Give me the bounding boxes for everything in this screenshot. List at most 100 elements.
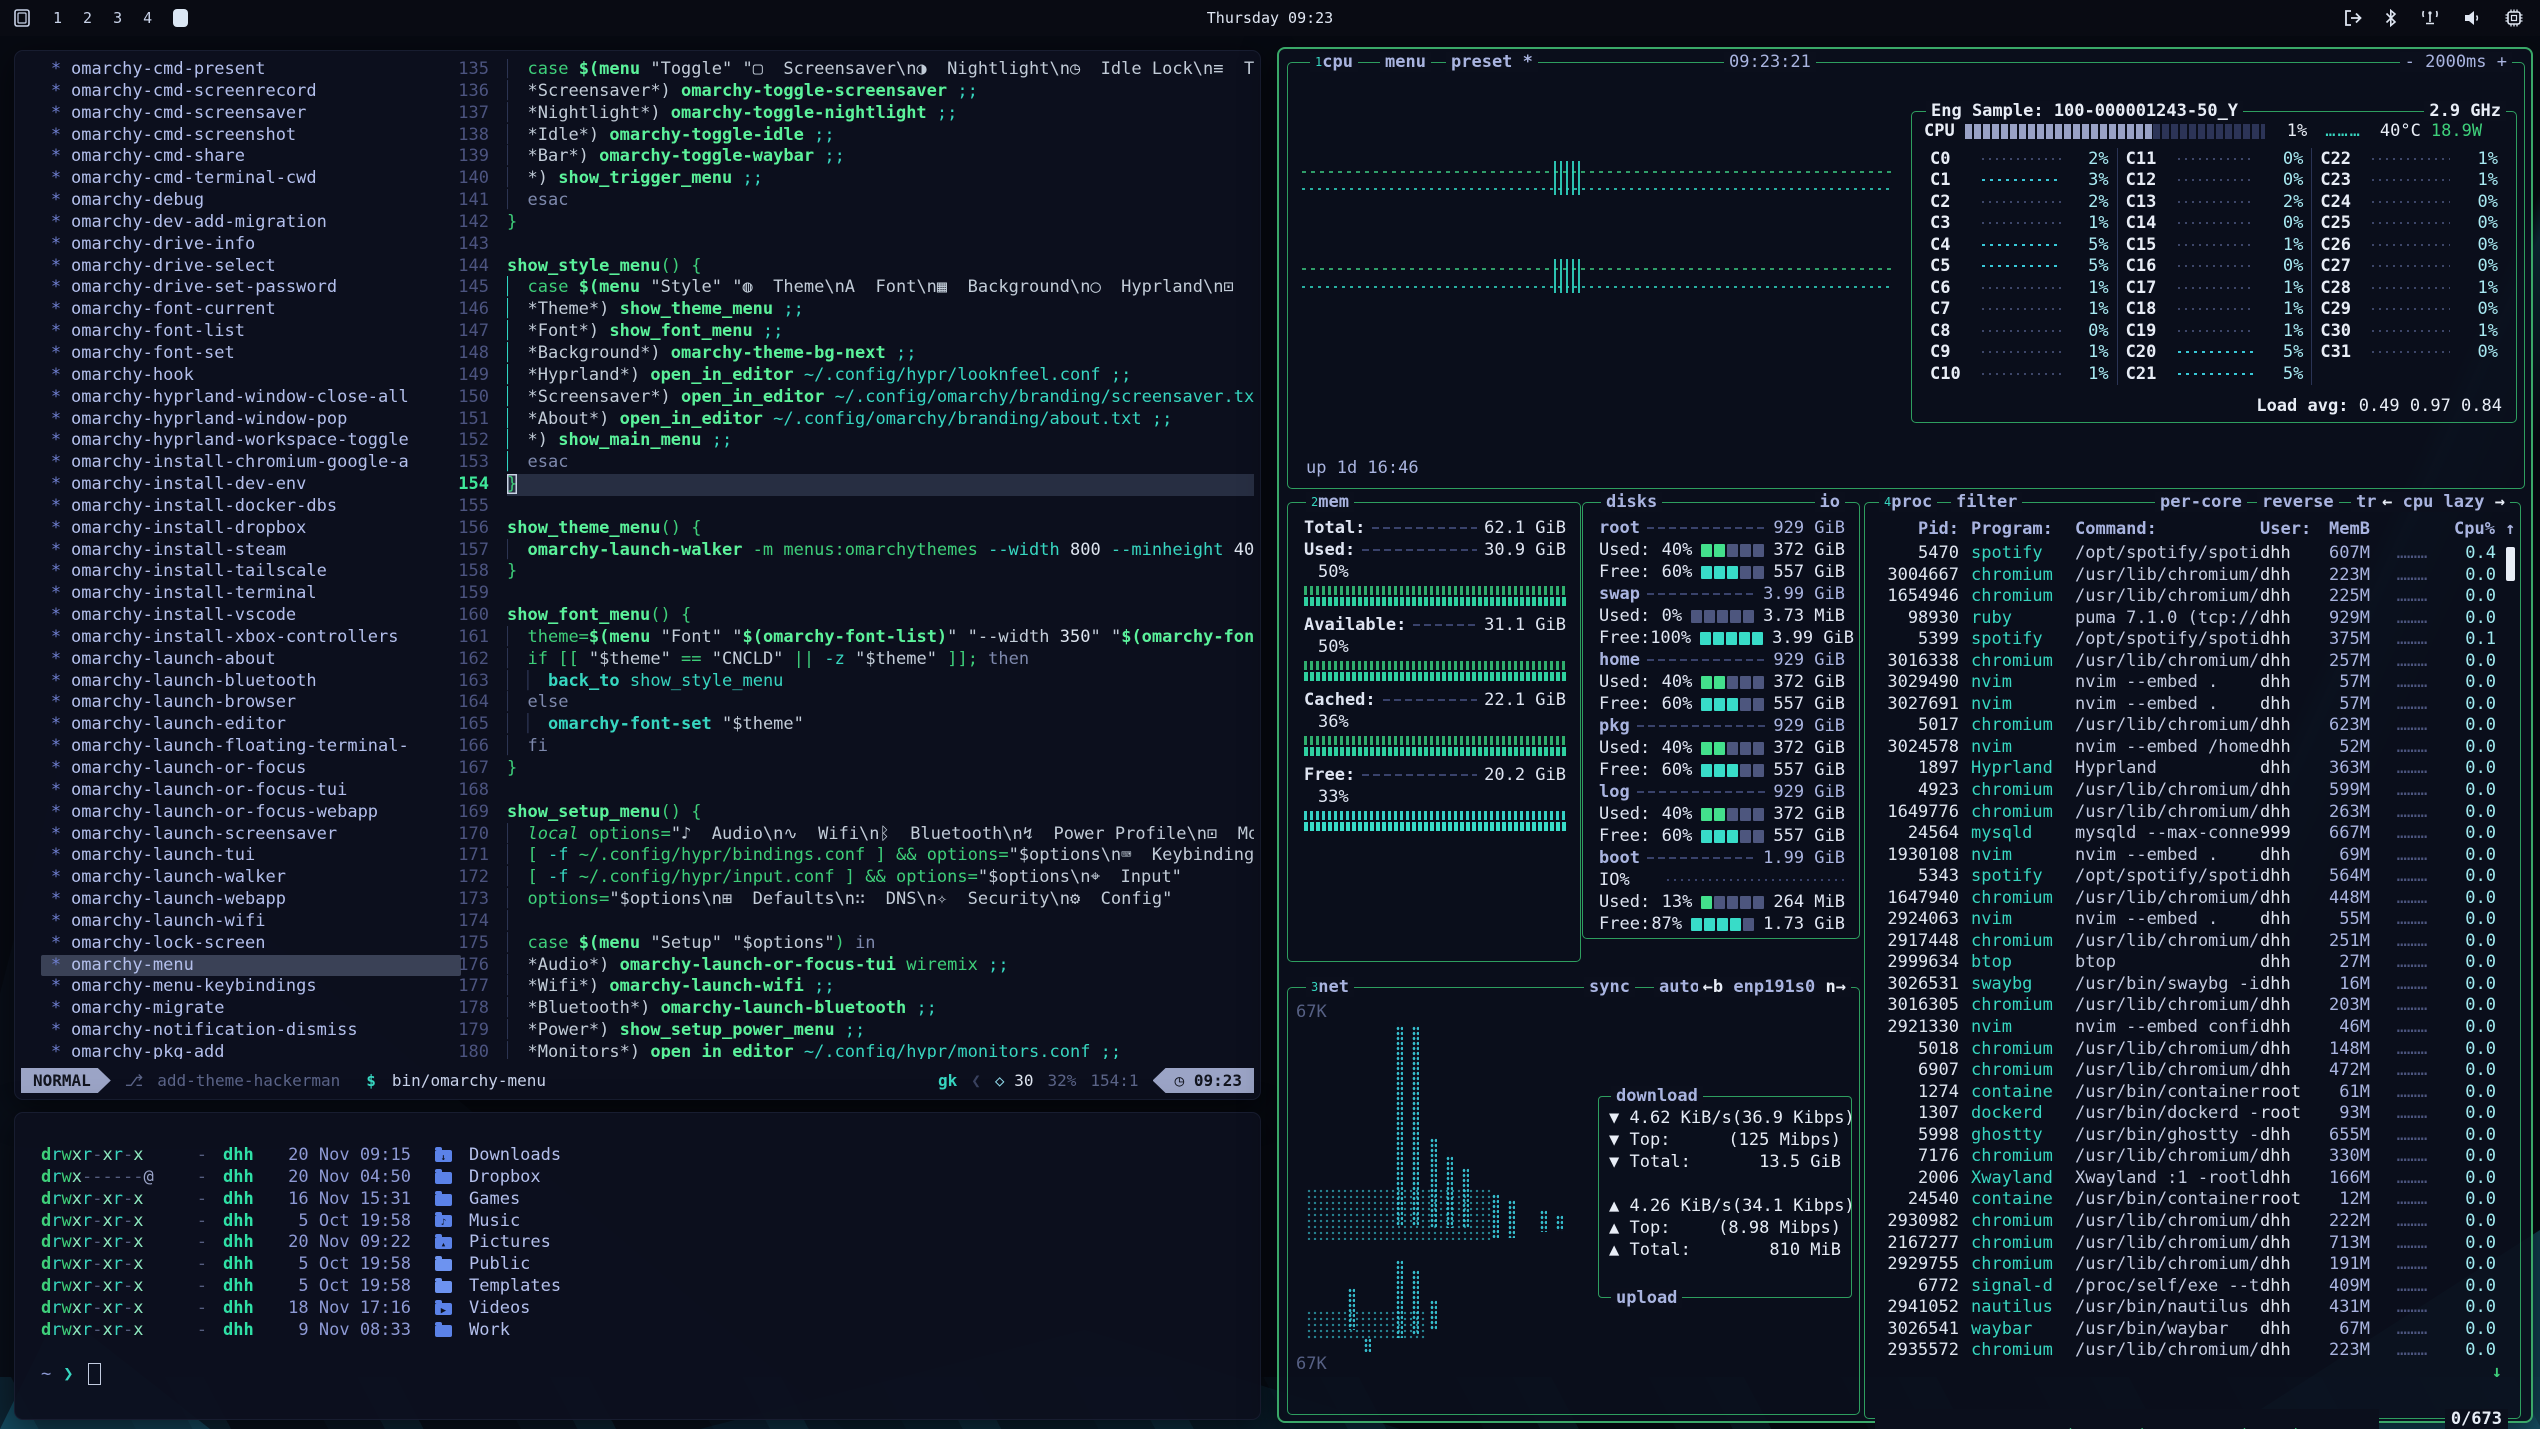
process-row[interactable]: 3016338chromium/usr/lib/chromium/chromdh… <box>1871 651 2496 673</box>
file-item[interactable]: *omarchy-launch-about <box>41 649 461 671</box>
file-item[interactable]: *omarchy-hyprland-workspace-toggle <box>41 430 461 452</box>
file-item[interactable]: *omarchy-install-terminal <box>41 583 461 605</box>
file-item[interactable]: *omarchy-hook <box>41 365 461 387</box>
process-row[interactable]: 6772signal-d/proc/self/exe --type=rdhh40… <box>1871 1276 2496 1298</box>
process-row[interactable]: 2935572chromium/usr/lib/chromium/chromdh… <box>1871 1340 2496 1362</box>
file-item[interactable]: *omarchy-launch-bluetooth <box>41 671 461 693</box>
file-item[interactable]: *omarchy-install-dropbox <box>41 518 461 540</box>
file-item[interactable]: *omarchy-dev-add-migration <box>41 212 461 234</box>
proc-filter-button[interactable]: filter <box>1951 492 2022 512</box>
file-item[interactable]: *omarchy-launch-editor <box>41 714 461 736</box>
process-row[interactable]: 1274containe/usr/bin/containerdroot61M……… <box>1871 1082 2496 1104</box>
process-row[interactable]: 3004667chromium/usr/lib/chromium/chromdh… <box>1871 565 2496 587</box>
file-item[interactable]: *omarchy-drive-info <box>41 234 461 256</box>
file-item[interactable]: *omarchy-launch-floating-terminal- <box>41 736 461 758</box>
process-row[interactable]: 4923chromium/usr/lib/chromium/chromdhh59… <box>1871 780 2496 802</box>
process-row[interactable]: 2930982chromium/usr/lib/chromium/chromdh… <box>1871 1211 2496 1233</box>
file-item[interactable]: *omarchy-install-dev-env <box>41 474 461 496</box>
process-row[interactable]: 3024578nvimnvim --embed /home/dhh/dhh52M… <box>1871 737 2496 759</box>
file-item[interactable]: *omarchy-debug <box>41 190 461 212</box>
process-row[interactable]: 1654946chromium/usr/lib/chromium/chromdh… <box>1871 586 2496 608</box>
process-row[interactable]: 1897HyprlandHyprlanddhh363M………0.0 <box>1871 758 2496 780</box>
file-item[interactable]: *omarchy-install-xbox-controllers <box>41 627 461 649</box>
workspace-1[interactable]: 1 <box>53 9 62 27</box>
file-item[interactable]: *omarchy-cmd-present <box>41 59 461 81</box>
file-item[interactable]: *omarchy-install-tailscale <box>41 561 461 583</box>
file-item[interactable]: *omarchy-install-chromium-google-a <box>41 452 461 474</box>
chip-icon[interactable] <box>2504 8 2524 28</box>
file-item[interactable]: *omarchy-font-set <box>41 343 461 365</box>
directory-row[interactable]: drwxr-xr-x-dhh9 Nov 08:33Work <box>41 1320 1244 1342</box>
process-row[interactable]: 3029490nvimnvim --embed .dhh57M………0.0 <box>1871 672 2496 694</box>
file-item[interactable]: *omarchy-hyprland-window-close-all <box>41 387 461 409</box>
process-row[interactable]: 1647940chromium/usr/lib/chromium/chromdh… <box>1871 888 2496 910</box>
file-item[interactable]: *omarchy-install-vscode <box>41 605 461 627</box>
proc-reverse-toggle[interactable]: reverse <box>2257 492 2339 512</box>
cpu-menu-button[interactable]: menu <box>1380 52 1431 72</box>
volume-icon[interactable] <box>2463 9 2482 27</box>
process-row[interactable]: 5018chromium/usr/lib/chromium/chromdhh14… <box>1871 1039 2496 1061</box>
process-row[interactable]: 3016305chromium/usr/lib/chromium/chromdh… <box>1871 995 2496 1017</box>
process-row[interactable]: 24564mysqldmysqld --max-connection999667… <box>1871 823 2496 845</box>
file-item[interactable]: *omarchy-cmd-screenshot <box>41 125 461 147</box>
file-item[interactable]: *omarchy-notification-dismiss <box>41 1020 461 1042</box>
file-item[interactable]: *omarchy-lock-screen <box>41 933 461 955</box>
process-row[interactable]: 3026531swaybg/usr/bin/swaybg -i /homdhh1… <box>1871 974 2496 996</box>
process-row[interactable]: 5998ghostty/usr/bin/ghostty --gtk-dhh655… <box>1871 1125 2496 1147</box>
logout-icon[interactable] <box>2343 9 2363 27</box>
proc-scroll-down-icon[interactable]: ↓ <box>2492 1362 2502 1382</box>
bluetooth-icon[interactable] <box>2385 9 2397 27</box>
file-item[interactable]: *omarchy-menu-keybindings <box>41 976 461 998</box>
process-row[interactable]: 5470spotify/opt/spotify/spotify --dhh607… <box>1871 543 2496 565</box>
code-pane[interactable]: ▏ case $(menu "Toggle" "▢ Screensaver\n◑… <box>507 59 1254 1059</box>
file-list-pane[interactable]: *omarchy-cmd-present*omarchy-cmd-screenr… <box>41 59 461 1059</box>
net-sync-button[interactable]: sync <box>1584 977 1635 997</box>
file-item[interactable]: *omarchy-cmd-screenrecord <box>41 81 461 103</box>
process-row[interactable]: 7176chromium/usr/lib/chromium/chromdhh33… <box>1871 1146 2496 1168</box>
workspace-2[interactable]: 2 <box>83 9 92 27</box>
file-item[interactable]: *omarchy-font-list <box>41 321 461 343</box>
directory-row[interactable]: drwxr-xr-x-dhh20 Nov 09:15↓Downloads <box>41 1145 1244 1167</box>
process-row[interactable]: 3026541waybar/usr/bin/waybardhh67M………0.0 <box>1871 1319 2496 1341</box>
file-item[interactable]: *omarchy-launch-walker <box>41 867 461 889</box>
directory-row[interactable]: drwxr-xr-x-dhh5 Oct 19:58Templates <box>41 1276 1244 1298</box>
process-row[interactable]: 2941052nautilus/usr/bin/nautilus --gapdh… <box>1871 1297 2496 1319</box>
file-item[interactable]: *omarchy-install-steam <box>41 540 461 562</box>
directory-row[interactable]: drwx------@-dhh20 Nov 04:50Dropbox <box>41 1167 1244 1189</box>
file-item[interactable]: *omarchy-pkg-add <box>41 1042 461 1059</box>
file-item[interactable]: *omarchy-launch-wifi <box>41 911 461 933</box>
file-item[interactable]: *omarchy-launch-screensaver <box>41 824 461 846</box>
process-row[interactable]: 2921330nvimnvim --embed config.jsodhh46M… <box>1871 1017 2496 1039</box>
process-row[interactable]: 1649776chromium/usr/lib/chromium/chromdh… <box>1871 802 2496 824</box>
update-interval-control[interactable]: - 2000ms + <box>2400 52 2512 72</box>
process-row[interactable]: 24540containe/usr/bin/containerd-shiroot… <box>1871 1189 2496 1211</box>
process-row[interactable]: 2929755chromium/usr/lib/chromium/chromdh… <box>1871 1254 2496 1276</box>
file-item[interactable]: *omarchy-launch-or-focus-tui <box>41 780 461 802</box>
directory-row[interactable]: drwxr-xr-x-dhh16 Nov 15:31Games <box>41 1189 1244 1211</box>
process-row[interactable]: 6907chromium/usr/lib/chromium/chromdhh47… <box>1871 1060 2496 1082</box>
shell-prompt[interactable]: ~ ❯ <box>41 1363 101 1385</box>
directory-row[interactable]: drwxr-xr-x-dhh18 Nov 17:16▶Videos <box>41 1298 1244 1320</box>
process-row[interactable]: 98930rubypuma 7.1.0 (tcp://localdhh929M…… <box>1871 608 2496 630</box>
app-launcher-icon[interactable] <box>14 8 32 28</box>
process-row[interactable]: 2924063nvimnvim --embed .dhh55M………0.0 <box>1871 909 2496 931</box>
process-row[interactable]: 3027691nvimnvim --embed .dhh57M………0.0 <box>1871 694 2496 716</box>
directory-row[interactable]: drwxr-xr-x-dhh5 Oct 19:58Public <box>41 1254 1244 1276</box>
process-row[interactable]: 5343spotify/opt/spotify/spotifydhh564M……… <box>1871 866 2496 888</box>
file-item[interactable]: *omarchy-launch-or-focus-webapp <box>41 802 461 824</box>
active-workspace-indicator[interactable] <box>173 9 188 27</box>
process-row[interactable]: 2006XwaylandXwayland :1 -rootless -dhh16… <box>1871 1168 2496 1190</box>
file-item[interactable]: *omarchy-drive-set-password <box>41 277 461 299</box>
directory-row[interactable]: drwxr-xr-x-dhh20 Nov 09:22▴Pictures <box>41 1232 1244 1254</box>
file-item[interactable]: *omarchy-cmd-screensaver <box>41 103 461 125</box>
file-item[interactable]: *omarchy-migrate <box>41 998 461 1020</box>
process-row[interactable]: 5017chromium/usr/lib/chromium/chromdhh62… <box>1871 715 2496 737</box>
process-row[interactable]: 5399spotify/opt/spotify/spotify --dhh375… <box>1871 629 2496 651</box>
process-row[interactable]: 1307dockerd/usr/bin/dockerd -H fd:root93… <box>1871 1103 2496 1125</box>
process-row[interactable]: 2917448chromium/usr/lib/chromium/chromdh… <box>1871 931 2496 953</box>
file-item[interactable]: *omarchy-drive-select <box>41 256 461 278</box>
proc-scrollbar-thumb[interactable] <box>2506 547 2515 581</box>
file-item[interactable]: *omarchy-launch-tui <box>41 845 461 867</box>
process-row[interactable]: 2999634btopbtopdhh27M………0.0 <box>1871 952 2496 974</box>
file-item[interactable]: *omarchy-install-docker-dbs <box>41 496 461 518</box>
